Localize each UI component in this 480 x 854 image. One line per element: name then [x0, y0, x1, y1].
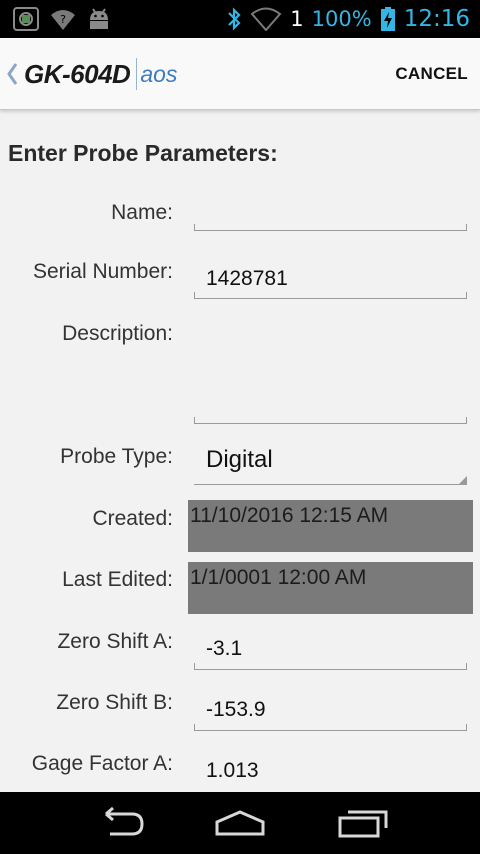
- status-indicators: 1 100% 12:16: [226, 3, 470, 35]
- last-edited-value: 1/1/0001 12:00 AM: [190, 566, 367, 589]
- probe-type-label: Probe Type:: [60, 445, 173, 468]
- created-value: 11/10/2016 12:15 AM: [190, 504, 389, 527]
- signal-text: 1: [290, 7, 304, 31]
- battery-charging-icon: [380, 7, 395, 31]
- bluetooth-icon: [228, 7, 241, 31]
- name-field[interactable]: [194, 192, 467, 231]
- cancel-button[interactable]: CANCEL: [395, 64, 468, 84]
- last-edited-label: Last Edited:: [62, 568, 173, 591]
- zero-shift-a-field[interactable]: -3.1: [194, 626, 467, 670]
- probe-type-spinner[interactable]: Digital: [194, 436, 467, 485]
- zero-shift-b-value: -153.9: [206, 698, 266, 721]
- last-edited-readonly-box: 1/1/0001 12:00 AM: [188, 562, 473, 614]
- name-label: Name:: [111, 201, 173, 224]
- clock: 12:16: [403, 6, 470, 32]
- logo-sub-text: aos: [140, 60, 178, 87]
- probe-type-value: Digital: [206, 446, 273, 473]
- back-nav-icon[interactable]: [92, 806, 148, 840]
- gage-factor-a-value: 1.013: [206, 759, 259, 782]
- home-nav-icon[interactable]: [212, 806, 268, 840]
- form-title: Enter Probe Parameters:: [8, 140, 278, 166]
- app-logo[interactable]: GK-604D aos: [24, 58, 177, 90]
- probe-form: Enter Probe Parameters: Name: Serial Num…: [0, 110, 480, 792]
- serial-number-field[interactable]: 1428781: [194, 255, 467, 299]
- logo-divider: [136, 58, 138, 90]
- app-notification-icon: [13, 7, 39, 31]
- svg-text:?: ?: [60, 13, 66, 26]
- description-label: Description:: [62, 322, 173, 345]
- battery-percent: 100%: [311, 7, 372, 31]
- wifi-question-icon: ?: [51, 10, 75, 30]
- created-label: Created:: [92, 507, 173, 530]
- android-icon: [90, 8, 108, 29]
- gage-factor-a-label: Gage Factor A:: [31, 752, 173, 775]
- navigation-bar: [0, 792, 480, 854]
- action-bar: GK-604D aos CANCEL: [0, 38, 480, 110]
- serial-number-label: Serial Number:: [32, 260, 173, 283]
- zero-shift-b-field[interactable]: -153.9: [194, 687, 467, 731]
- gage-factor-a-field[interactable]: 1.013: [194, 748, 467, 792]
- description-field[interactable]: [194, 316, 467, 424]
- status-bar: ? 1 100% 12:16: [0, 0, 480, 38]
- zero-shift-a-label: Zero Shift A:: [57, 630, 173, 653]
- zero-shift-b-label: Zero Shift B:: [56, 691, 173, 714]
- back-chevron-icon[interactable]: [5, 60, 19, 88]
- zero-shift-a-value: -3.1: [206, 637, 243, 660]
- wifi-icon: [250, 7, 282, 31]
- logo-main-text: GK-604D: [24, 58, 131, 89]
- recent-apps-nav-icon[interactable]: [336, 806, 390, 840]
- notification-icons: ?: [12, 6, 112, 32]
- serial-number-value: 1428781: [206, 267, 288, 290]
- created-readonly-box: 11/10/2016 12:15 AM: [188, 500, 473, 552]
